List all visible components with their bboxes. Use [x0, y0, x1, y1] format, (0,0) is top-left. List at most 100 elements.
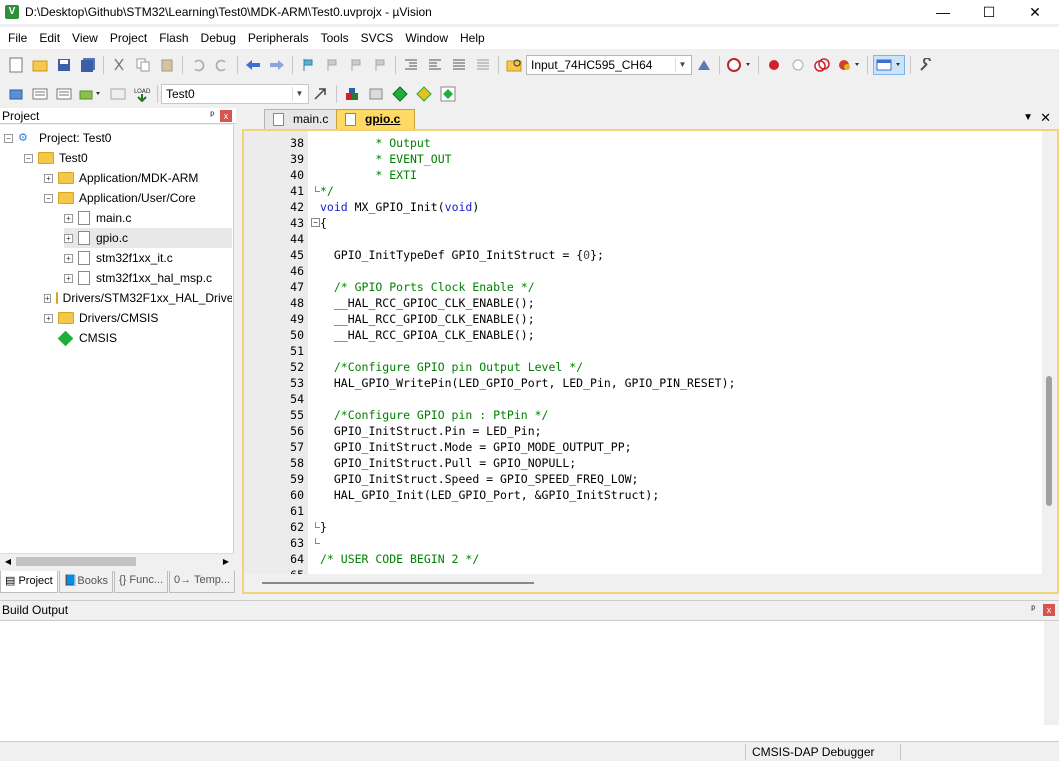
comment-line[interactable]: * Output: [320, 135, 430, 151]
code-editor[interactable]: 38 39 40 41 42 43 44 45 46 47 48 49 50 51 52 53 54 55 56 57…: [242, 129, 1059, 594]
menu-edit[interactable]: Edit: [33, 31, 66, 45]
target-combo[interactable]: Test0 ▼: [161, 83, 309, 104]
code-line[interactable]: void MX_GPIO_Init(void): [320, 199, 479, 215]
tree-node-group[interactable]: − Application/User/Core: [44, 188, 196, 208]
code-line[interactable]: __HAL_RCC_GPIOA_CLK_ENABLE();: [320, 327, 535, 343]
tab-main-c[interactable]: main.c: [264, 109, 344, 129]
find-combo[interactable]: Input_74HC595_CH64 ▼: [526, 54, 692, 75]
new-file-icon[interactable]: [6, 55, 26, 75]
tab-functions[interactable]: {} Func...: [113, 571, 169, 593]
next-bookmark-icon[interactable]: [346, 55, 366, 75]
menu-flash[interactable]: Flash: [153, 31, 194, 45]
save-all-icon[interactable]: [78, 55, 98, 75]
expand-icon[interactable]: +: [44, 173, 53, 183]
menu-help[interactable]: Help: [454, 31, 491, 45]
build-output-text[interactable]: [0, 620, 1059, 741]
expand-icon[interactable]: +: [64, 253, 73, 263]
pack-installer-2-icon[interactable]: [438, 84, 458, 104]
target-options-icon[interactable]: [311, 84, 331, 104]
tree-node-target[interactable]: − Test0: [24, 148, 88, 168]
open-folder-icon[interactable]: [30, 55, 50, 75]
collapse-icon[interactable]: −: [24, 153, 33, 163]
batch-build-icon[interactable]: [78, 84, 104, 104]
pin-icon[interactable]: ᵖ: [1031, 601, 1035, 619]
comment-line[interactable]: * EXTI: [320, 167, 417, 183]
chevron-down-icon[interactable]: ▼: [292, 86, 306, 101]
editor-vertical-scrollbar[interactable]: [1042, 131, 1057, 574]
fold-collapse-icon[interactable]: −: [311, 218, 320, 227]
unindent-icon[interactable]: [425, 55, 445, 75]
collapse-icon[interactable]: −: [44, 193, 53, 203]
kill-breakpoints-icon[interactable]: [836, 55, 862, 75]
comment-line[interactable]: /*Configure GPIO pin Output Level */: [320, 359, 583, 375]
breakpoint-icon[interactable]: [764, 55, 784, 75]
expand-icon[interactable]: +: [64, 273, 73, 283]
code-line[interactable]: __HAL_RCC_GPIOD_CLK_ENABLE();: [320, 311, 535, 327]
build-output-scrollbar[interactable]: [1044, 621, 1059, 725]
clear-bookmarks-icon[interactable]: [370, 55, 390, 75]
tree-node-file-selected[interactable]: + gpio.c: [64, 228, 232, 248]
tree-node-group[interactable]: + Application/MDK-ARM: [44, 168, 198, 188]
code-line[interactable]: {: [320, 215, 327, 231]
menu-debug[interactable]: Debug: [195, 31, 242, 45]
expand-icon[interactable]: +: [44, 293, 51, 303]
code-line[interactable]: __HAL_RCC_GPIOC_CLK_ENABLE();: [320, 295, 535, 311]
window-layout-icon[interactable]: [873, 54, 905, 75]
menu-view[interactable]: View: [66, 31, 104, 45]
rebuild-icon[interactable]: [54, 84, 74, 104]
code-line[interactable]: GPIO_InitStruct.Pin = LED_Pin;: [320, 423, 542, 439]
navigate-back-icon[interactable]: [243, 55, 263, 75]
comment-line[interactable]: /* GPIO Ports Clock Enable */: [320, 279, 535, 295]
configure-icon[interactable]: [916, 55, 936, 75]
navigate-forward-icon[interactable]: [267, 55, 287, 75]
tree-node-group[interactable]: + Drivers/STM32F1xx_HAL_Driver: [44, 288, 232, 308]
scroll-left-icon[interactable]: ◀: [1, 555, 15, 569]
scroll-thumb[interactable]: [262, 582, 534, 584]
tree-node-file[interactable]: + stm32f1xx_hal_msp.c: [64, 268, 212, 288]
comment-line[interactable]: /*Configure GPIO pin : PtPin */: [320, 407, 549, 423]
manage-project-items-icon[interactable]: [342, 84, 362, 104]
code-area[interactable]: * Output * EVENT_OUT * EXTI */void MX_GPI…: [308, 131, 1043, 574]
chevron-down-icon[interactable]: ▼: [675, 57, 689, 72]
save-icon[interactable]: [54, 55, 74, 75]
comment-line[interactable]: * EVENT_OUT: [320, 151, 451, 167]
tree-node-file[interactable]: + main.c: [64, 208, 131, 228]
pin-icon[interactable]: ᵖ: [210, 108, 214, 124]
menu-file[interactable]: File: [2, 31, 33, 45]
undo-icon[interactable]: [188, 55, 208, 75]
code-line[interactable]: }: [320, 519, 327, 535]
expand-icon[interactable]: +: [64, 233, 73, 243]
disable-breakpoint-icon[interactable]: [788, 55, 808, 75]
stop-build-icon[interactable]: [108, 84, 128, 104]
incremental-find-icon[interactable]: [694, 55, 714, 75]
menu-project[interactable]: Project: [104, 31, 153, 45]
code-line[interactable]: GPIO_InitStruct.Mode = GPIO_MODE_OUTPUT_…: [320, 439, 632, 455]
disable-all-breakpoints-icon[interactable]: [812, 55, 832, 75]
scroll-right-icon[interactable]: ▶: [219, 555, 233, 569]
scroll-thumb[interactable]: [16, 557, 136, 566]
tree-node-project[interactable]: − ⚙ Project: Test0: [4, 128, 111, 148]
comment-line[interactable]: /* USER CODE BEGIN 2 */: [320, 551, 479, 567]
project-horizontal-scrollbar[interactable]: ◀ ▶: [0, 553, 234, 569]
manage-rte-icon[interactable]: [390, 84, 410, 104]
menu-svcs[interactable]: SVCS: [355, 31, 400, 45]
code-line[interactable]: GPIO_InitTypeDef GPIO_InitStruct = {0};: [320, 247, 604, 263]
tab-list-dropdown-icon[interactable]: ▼: [1023, 112, 1033, 123]
expand-icon[interactable]: +: [44, 313, 53, 323]
select-packs-icon[interactable]: [366, 84, 386, 104]
translate-icon[interactable]: [6, 84, 26, 104]
build-icon[interactable]: [30, 84, 50, 104]
maximize-button[interactable]: ☐: [966, 0, 1012, 24]
collapse-icon[interactable]: −: [4, 133, 13, 143]
copy-icon[interactable]: [133, 55, 153, 75]
code-line[interactable]: GPIO_InitStruct.Pull = GPIO_NOPULL;: [320, 455, 576, 471]
editor-horizontal-scrollbar[interactable]: [244, 574, 1057, 592]
tab-books[interactable]: 📘Books: [58, 571, 113, 593]
comment-line[interactable]: */: [320, 183, 334, 199]
close-panel-icon[interactable]: x: [220, 110, 232, 122]
tab-project[interactable]: ▤ Project: [0, 571, 58, 593]
close-tab-icon[interactable]: ✕: [1040, 110, 1051, 126]
uncomment-icon[interactable]: [473, 55, 493, 75]
download-icon[interactable]: LOAD: [132, 84, 152, 104]
debug-session-icon[interactable]: [725, 55, 753, 75]
